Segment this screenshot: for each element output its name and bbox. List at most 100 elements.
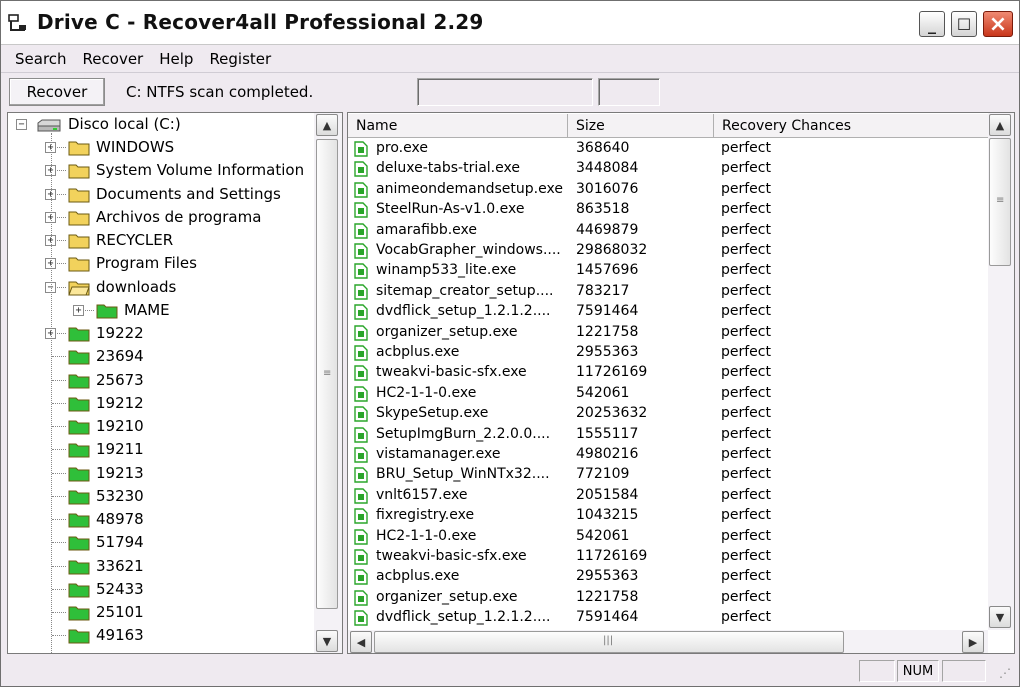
- table-row[interactable]: tweakvi-basic-sfx.exe 11726169 perfect: [348, 363, 988, 383]
- tree-node-label: 51794: [96, 533, 144, 552]
- scroll-down-icon[interactable]: ▼: [316, 630, 338, 652]
- scroll-thumb[interactable]: |||: [374, 631, 844, 653]
- scroll-left-icon[interactable]: ◀: [350, 631, 372, 653]
- column-header-name[interactable]: Name: [348, 114, 568, 138]
- table-row[interactable]: SetupImgBurn_2.2.0.0.... 1555117 perfect: [348, 425, 988, 445]
- menu-help[interactable]: Help: [151, 50, 201, 68]
- minimize-button[interactable]: _: [919, 11, 945, 37]
- table-row[interactable]: VocabGrapher_windows.... 29868032 perfect: [348, 241, 988, 261]
- file-name-cell: pro.exe: [376, 140, 428, 156]
- tree-connector: [52, 565, 66, 567]
- scroll-up-icon[interactable]: ▲: [989, 114, 1011, 136]
- folder-tree[interactable]: − Disco local (C:) + WINDOWS + System Volum…: [7, 112, 343, 654]
- table-row[interactable]: SteelRun-As-v1.0.exe 863518 perfect: [348, 200, 988, 220]
- folder-icon: [68, 164, 90, 179]
- exe-file-icon: [354, 222, 368, 239]
- menu-recover[interactable]: Recover: [75, 50, 152, 68]
- exe-file-icon: [354, 590, 368, 606]
- table-row[interactable]: organizer_setup.exe 1221758 perfect: [348, 323, 988, 343]
- tree-node[interactable]: + Documents and Settings: [8, 183, 308, 206]
- recovery-chance-cell: perfect: [721, 344, 771, 360]
- table-row[interactable]: organizer_setup.exe 1221758 perfect: [348, 588, 988, 608]
- table-row[interactable]: animeondemandsetup.exe 3016076 perfect: [348, 180, 988, 200]
- table-row[interactable]: acbplus.exe 2955363 perfect: [348, 343, 988, 363]
- scroll-up-icon[interactable]: ▲: [316, 114, 338, 136]
- tree-node[interactable]: 53230: [8, 485, 308, 508]
- tree-node[interactable]: 49163: [8, 624, 308, 647]
- exe-file-icon: [354, 406, 368, 422]
- scroll-thumb[interactable]: ≡: [316, 139, 338, 609]
- tree-node[interactable]: 48978: [8, 508, 308, 531]
- tree-node[interactable]: + RECYCLER: [8, 229, 308, 252]
- deleted-folder-icon: [68, 606, 90, 621]
- tree-node[interactable]: 51794: [8, 531, 308, 554]
- tree-root[interactable]: − Disco local (C:): [8, 113, 308, 136]
- file-size-cell: 1221758: [576, 588, 639, 605]
- tree-node[interactable]: 19210: [8, 415, 308, 438]
- table-row[interactable]: vistamanager.exe 4980216 perfect: [348, 445, 988, 465]
- grip-icon: ≡: [323, 368, 332, 379]
- tree-vertical-scrollbar[interactable]: ▲ ≡ ▼: [314, 113, 342, 653]
- tree-node-label: RECYCLER: [96, 231, 174, 249]
- tree-node[interactable]: 25673: [8, 369, 308, 392]
- scroll-right-icon[interactable]: ▶: [962, 631, 984, 653]
- title-bar[interactable]: Drive C - Recover4all Professional 2.29 …: [1, 1, 1019, 45]
- tree-node[interactable]: 19212: [8, 392, 308, 415]
- collapse-icon[interactable]: −: [16, 119, 27, 130]
- table-row[interactable]: sitemap_creator_setup.... 783217 perfect: [348, 282, 988, 302]
- table-row[interactable]: HC2-1-1-0.exe 542061 perfect: [348, 384, 988, 404]
- file-size-cell: 11726169: [576, 548, 648, 564]
- scroll-down-icon[interactable]: ▼: [989, 606, 1011, 628]
- tree-node[interactable]: 19213: [8, 462, 308, 485]
- table-row[interactable]: vnlt6157.exe 2051584 perfect: [348, 486, 988, 506]
- close-button[interactable]: ×: [983, 11, 1013, 37]
- tree-node[interactable]: 25101: [8, 601, 308, 624]
- resize-grip-icon[interactable]: ⋰: [999, 666, 1011, 680]
- tree-node[interactable]: 33621: [8, 555, 308, 578]
- tree-node[interactable]: + MAME: [8, 299, 308, 322]
- tree-node[interactable]: 19211: [8, 438, 308, 461]
- tree-node[interactable]: 23694: [8, 345, 308, 368]
- table-row[interactable]: acbplus.exe 2955363 perfect: [348, 567, 988, 587]
- table-row[interactable]: dvdflick_setup_1.2.1.2.... 7591464 perfect: [348, 608, 988, 628]
- file-list[interactable]: Name Size Recovery Chances pro.exe 368640…: [347, 112, 1015, 654]
- tree-node[interactable]: + Program Files: [8, 252, 308, 275]
- file-name-cell: fixregistry.exe: [376, 507, 475, 524]
- exe-file-icon: [354, 161, 368, 178]
- column-header-size[interactable]: Size: [568, 114, 714, 138]
- tree-node[interactable]: + WINDOWS: [8, 136, 308, 159]
- column-header-recovery-chances[interactable]: Recovery Chances: [714, 114, 990, 138]
- table-row[interactable]: SkypeSetup.exe 20253632 perfect: [348, 404, 988, 424]
- table-row[interactable]: BRU_Setup_WinNTx32.... 772109 perfect: [348, 465, 988, 485]
- tree-node[interactable]: + System Volume Information: [8, 159, 308, 182]
- table-row[interactable]: winamp533_lite.exe 1457696 perfect: [348, 261, 988, 281]
- expand-icon[interactable]: +: [73, 304, 84, 316]
- app-window: Drive C - Recover4all Professional 2.29 …: [0, 0, 1020, 687]
- scroll-thumb[interactable]: ≡: [989, 138, 1011, 266]
- list-vertical-scrollbar[interactable]: ▲ ≡ ▼: [988, 113, 1014, 630]
- table-row[interactable]: deluxe-tabs-trial.exe 3448084 perfect: [348, 159, 988, 179]
- tree-node[interactable]: − downloads: [8, 276, 308, 299]
- menu-search[interactable]: Search: [7, 50, 75, 68]
- progress-field: [417, 78, 593, 106]
- table-row[interactable]: tweakvi-basic-sfx.exe 11726169 perfect: [348, 547, 988, 567]
- tree-node[interactable]: + Archivos de programa: [8, 206, 308, 229]
- folder-open-icon: [68, 281, 90, 295]
- tree-node[interactable]: +19222: [8, 322, 308, 345]
- file-size-cell: 20253632: [576, 405, 648, 422]
- menu-register[interactable]: Register: [201, 50, 279, 68]
- table-row[interactable]: amarafibb.exe 4469879 perfect: [348, 221, 988, 241]
- tree-node[interactable]: 52433: [8, 578, 308, 601]
- folder-icon: [68, 234, 90, 249]
- recover-button[interactable]: Recover: [9, 78, 105, 106]
- table-row[interactable]: HC2-1-1-0.exe 542061 perfect: [348, 527, 988, 547]
- tree-connector: [52, 472, 66, 474]
- list-horizontal-scrollbar[interactable]: ◀ ||| ▶: [348, 630, 988, 653]
- maximize-button[interactable]: ☐: [951, 11, 977, 37]
- table-row[interactable]: fixregistry.exe 1043215 perfect: [348, 506, 988, 526]
- exe-file-icon: [354, 304, 368, 320]
- file-name-cell: HC2-1-1-0.exe: [376, 384, 477, 401]
- table-row[interactable]: pro.exe 368640 perfect: [348, 139, 988, 159]
- table-row[interactable]: dvdflick_setup_1.2.1.2.... 7591464 perfect: [348, 302, 988, 322]
- toolbar: Recover C: NTFS scan completed.: [1, 74, 1019, 110]
